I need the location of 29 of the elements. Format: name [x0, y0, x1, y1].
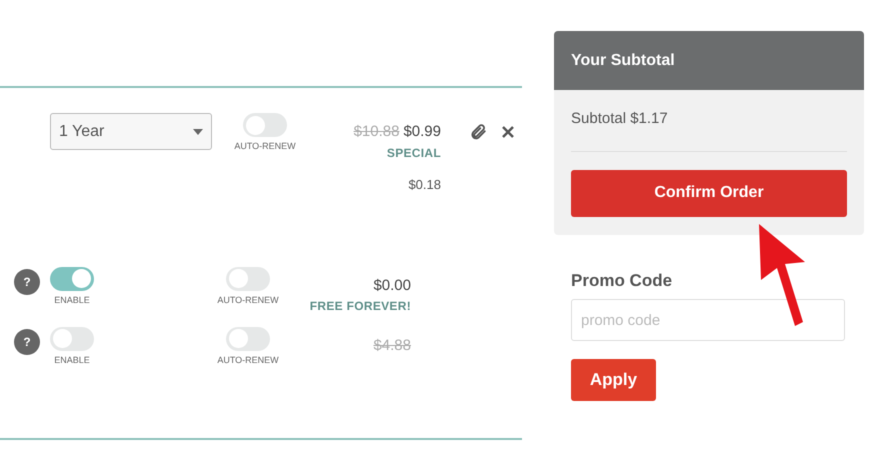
toggle-switch[interactable] — [50, 266, 94, 290]
price: $4.88 — [373, 336, 411, 356]
term-dropdown[interactable]: 1 Year — [50, 113, 212, 150]
price-tag: SPECIAL — [386, 144, 441, 162]
caret-icon — [193, 128, 203, 134]
price: $0.00 — [373, 276, 411, 296]
paperclip-icon[interactable] — [469, 123, 487, 141]
close-icon[interactable] — [501, 125, 515, 139]
promo-code-field[interactable]: promo code — [571, 299, 845, 341]
toggle-label: ENABLE — [54, 294, 90, 306]
toggle-label: AUTO-RENEW — [217, 294, 279, 306]
apply-button[interactable]: Apply — [571, 359, 656, 401]
fee-price: $0.18 — [408, 176, 441, 194]
toggle-label: AUTO-RENEW — [217, 354, 279, 366]
old-price: $10.88 — [354, 122, 400, 142]
subtotal-text: Subtotal $1.17 — [571, 108, 847, 152]
help-button[interactable]: ? — [14, 328, 40, 354]
toggle-label: ENABLE — [54, 354, 90, 366]
toggle-switch[interactable] — [226, 326, 270, 350]
promo-label: Promo Code — [571, 270, 674, 292]
panel-title: Your Subtotal — [571, 50, 675, 70]
toggle-switch[interactable] — [50, 326, 94, 350]
price: $0.99 — [403, 122, 441, 142]
toggle-switch[interactable] — [226, 266, 270, 290]
help-button[interactable]: ? — [14, 268, 40, 294]
price-tag: FREE FOREVER! — [310, 297, 411, 315]
toggle-switch[interactable] — [243, 113, 287, 137]
confirm-order-button[interactable]: Confirm Order — [571, 170, 847, 216]
toggle-label: AUTO-RENEW — [234, 140, 296, 153]
